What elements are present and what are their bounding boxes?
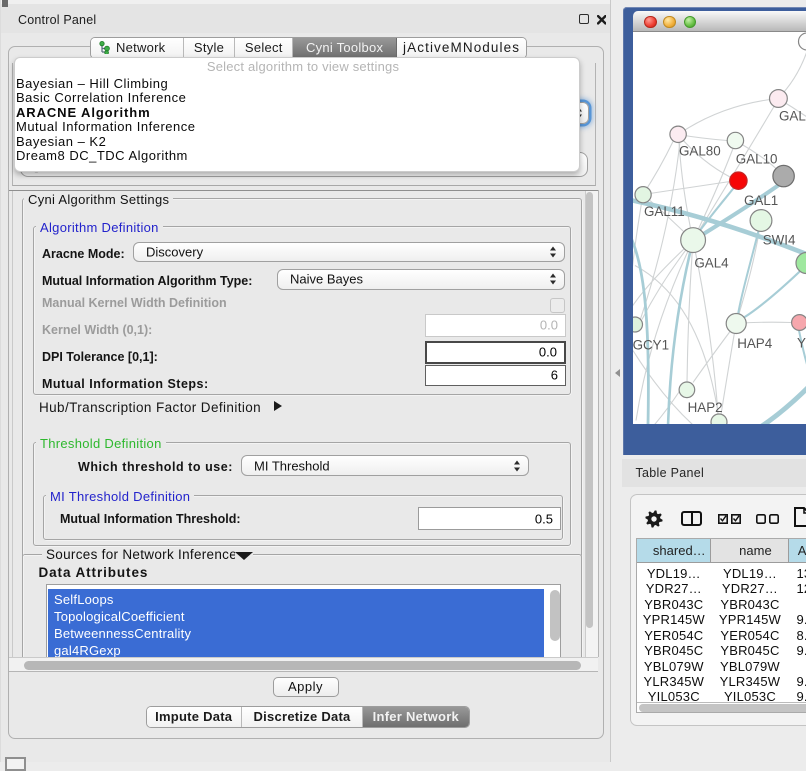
svg-text:GAL4: GAL4 xyxy=(694,255,729,270)
svg-text:HAP4: HAP4 xyxy=(737,336,773,351)
svg-text:HAP2: HAP2 xyxy=(688,400,723,415)
svg-text:GAL80: GAL80 xyxy=(679,143,721,158)
svg-text:GCY1: GCY1 xyxy=(633,337,669,352)
svg-text:YJ: YJ xyxy=(797,335,806,350)
svg-text:GAL10: GAL10 xyxy=(736,151,778,166)
svg-text:SWI4: SWI4 xyxy=(763,232,796,247)
svg-text:GAL7: GAL7 xyxy=(779,108,806,123)
svg-text:GAL1: GAL1 xyxy=(744,193,778,208)
svg-text:GAL11: GAL11 xyxy=(644,204,685,219)
